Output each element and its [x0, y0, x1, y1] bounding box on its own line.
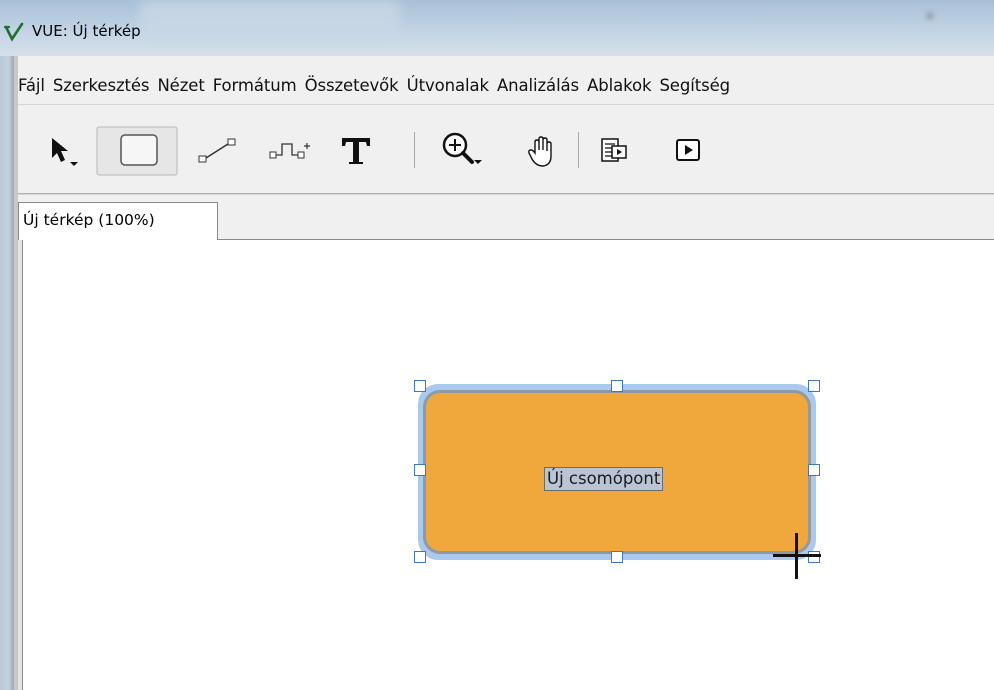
resize-handle-right[interactable] [808, 464, 820, 476]
menu-bar: Fájl Szerkesztés Nézet Formátum Összetev… [18, 60, 994, 110]
menu-pathways[interactable]: Útvonalak [407, 76, 489, 95]
menu-analysis[interactable]: Analizálás [497, 76, 579, 95]
map-tab-strip: Új térkép (100%) [18, 195, 994, 240]
node-label-editor[interactable]: Új csomópont [544, 467, 664, 491]
minimize-button-hint[interactable] [926, 12, 934, 20]
node-shape[interactable]: Új csomópont [423, 390, 811, 554]
menu-windows[interactable]: Ablakok [587, 76, 651, 95]
rectangle-node-icon[interactable] [96, 126, 178, 176]
vue-logo-icon[interactable] [3, 22, 24, 42]
menu-view[interactable]: Nézet [157, 76, 204, 95]
zoom-icon[interactable] [440, 130, 486, 174]
resize-handle-bottom-left[interactable] [414, 551, 426, 563]
menu-help[interactable]: Segítség [659, 76, 730, 95]
title-bar-glass [140, 0, 400, 40]
curve-link-icon[interactable] [268, 136, 312, 166]
toolbar-separator [414, 132, 415, 168]
link-tool-icon[interactable] [196, 134, 240, 168]
selection-arrow-icon[interactable] [48, 134, 84, 170]
resize-handle-top[interactable] [611, 380, 623, 392]
window-title: VUE: Új térkép [32, 22, 141, 40]
tab-label: Új térkép (100%) [23, 211, 155, 229]
tab-new-map[interactable]: Új térkép (100%) [18, 202, 218, 240]
menu-file[interactable]: Fájl [18, 76, 45, 95]
pan-hand-icon[interactable] [526, 134, 560, 170]
menu-separator [18, 104, 994, 105]
toolbar-separator [578, 132, 579, 168]
resize-handle-bottom[interactable] [611, 551, 623, 563]
menu-content[interactable]: Összetevők [305, 76, 399, 95]
resize-handle-top-left[interactable] [414, 380, 426, 392]
resize-handle-left[interactable] [414, 464, 426, 476]
menu-format[interactable]: Formátum [213, 76, 297, 95]
crosshair-cursor-icon [773, 554, 821, 557]
title-bar: VUE: Új térkép [0, 0, 994, 56]
text-tool-icon[interactable] [338, 132, 374, 168]
menu-edit[interactable]: Szerkesztés [53, 76, 150, 95]
presentation-play-icon[interactable] [674, 136, 704, 166]
slide-viewer-icon[interactable] [600, 136, 630, 166]
toolbar [18, 110, 994, 192]
resize-handle-top-right[interactable] [808, 380, 820, 392]
window-frame-left [0, 56, 14, 690]
resize-handle-bottom-right[interactable] [808, 551, 820, 563]
